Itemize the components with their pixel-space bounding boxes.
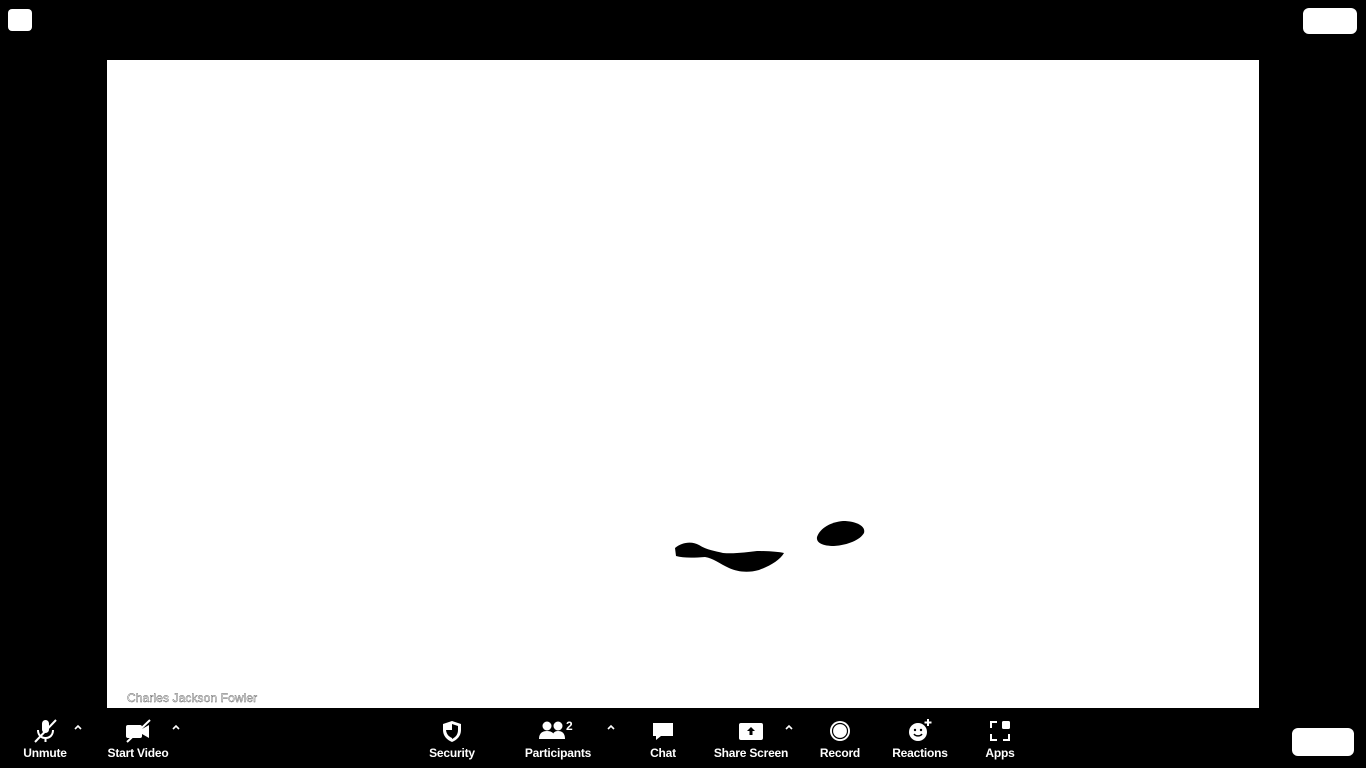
chat-bubble-icon [648,718,678,744]
share-options-chevron-icon[interactable] [784,722,794,732]
video-shape-right [816,521,865,546]
video-tile: Charles Jackson Fowler [107,60,1259,708]
start-video-button[interactable]: Start Video [106,718,170,768]
share-screen-label: Share Screen [713,746,789,760]
apps-icon [985,718,1015,744]
apps-label: Apps [985,746,1015,760]
record-label: Record [819,746,861,760]
video-options-chevron-icon[interactable] [171,722,181,732]
participant-name-label: Charles Jackson Fowler [127,691,258,705]
participants-label: Participants [524,746,592,760]
participants-options-chevron-icon[interactable] [606,722,616,732]
smiley-plus-icon [905,718,935,744]
participants-button[interactable]: 2 Participants [525,718,591,768]
end-meeting-button[interactable] [1292,728,1354,756]
reactions-label: Reactions [892,746,948,760]
record-button[interactable]: Record [820,718,860,768]
record-icon [825,718,855,744]
participants-count-badge: 2 [566,719,573,733]
security-label: Security [429,746,475,760]
video-camera-muted-icon [123,718,153,744]
video-shape-left [675,542,784,572]
view-button[interactable] [1303,8,1357,34]
unmute-button[interactable]: Unmute [22,718,68,768]
video-content [675,521,865,572]
share-screen-icon [736,718,766,744]
unmute-label: Unmute [23,746,67,760]
security-button[interactable]: Security [428,718,476,768]
microphone-muted-icon [30,718,60,744]
people-icon: 2 [538,718,578,744]
security-info-button[interactable] [8,9,32,31]
start-video-label: Start Video [107,746,169,760]
chat-label: Chat [650,746,676,760]
chat-button[interactable]: Chat [646,718,680,768]
meeting-toolbar: Unmute Start Video Security 2 Participan… [0,708,1366,768]
shield-icon [437,718,467,744]
meeting-window: Charles Jackson Fowler Unmute Start Vide… [0,0,1366,768]
audio-options-chevron-icon[interactable] [73,722,83,732]
reactions-button[interactable]: Reactions [892,718,948,768]
share-screen-button[interactable]: Share Screen [713,718,789,768]
apps-button[interactable]: Apps [984,718,1016,768]
